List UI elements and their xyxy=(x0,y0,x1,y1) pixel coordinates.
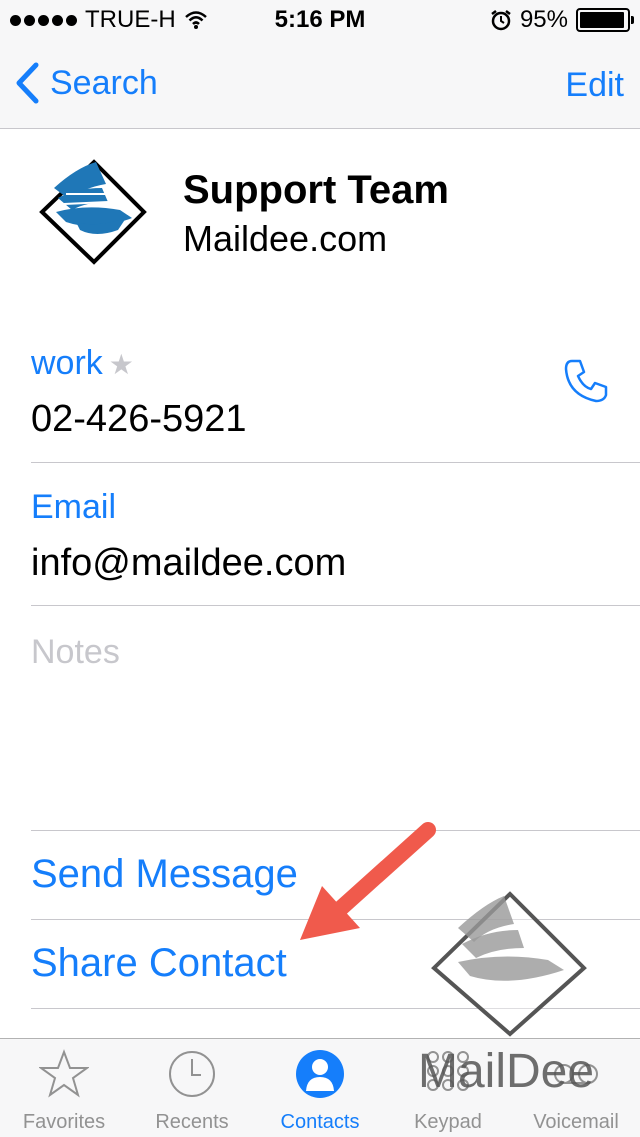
tab-voicemail-label: Voicemail xyxy=(533,1111,619,1133)
tab-favorites-label: Favorites xyxy=(22,1111,106,1133)
notes-placeholder: Notes xyxy=(31,633,120,671)
navigation-bar: Search Edit xyxy=(0,40,640,129)
watermark-text: MailDee xyxy=(418,1045,595,1098)
contact-name: Support Team xyxy=(183,168,449,212)
edit-button[interactable]: Edit xyxy=(565,66,624,105)
back-button[interactable]: Search xyxy=(14,62,158,104)
tab-recents-label: Recents xyxy=(155,1111,229,1133)
clock-icon xyxy=(169,1051,215,1097)
alarm-icon xyxy=(491,10,511,31)
star-icon xyxy=(39,1049,89,1098)
favorite-star-icon: ★ xyxy=(108,349,134,380)
tab-favorites[interactable]: Favorites xyxy=(0,1039,128,1137)
phone-row[interactable]: work ★ 02-426-5921 xyxy=(31,330,640,463)
phone-number[interactable]: 02-426-5921 xyxy=(31,398,247,441)
tab-contacts-label: Contacts xyxy=(280,1111,360,1133)
battery-percent: 95% xyxy=(519,6,568,33)
status-bar: TRUE-H 5:16 PM 95% xyxy=(0,0,640,40)
phone-call-icon[interactable] xyxy=(562,357,610,405)
chevron-left-icon xyxy=(16,62,39,104)
email-value[interactable]: info@maildee.com xyxy=(31,542,346,585)
battery-icon xyxy=(576,8,634,32)
notes-field[interactable]: Notes xyxy=(31,605,640,831)
tab-contacts[interactable]: Contacts xyxy=(256,1039,384,1137)
tab-keypad-label: Keypad xyxy=(414,1111,482,1133)
contact-company: Maildee.com xyxy=(183,218,388,259)
battery-level-fill xyxy=(580,12,624,28)
contacts-icon xyxy=(296,1050,344,1098)
email-label: Email xyxy=(31,488,117,526)
send-message-label: Send Message xyxy=(31,852,298,896)
email-row[interactable]: Email info@maildee.com xyxy=(31,462,640,606)
status-right: 95% xyxy=(490,6,634,34)
maildee-watermark: MailDee xyxy=(418,888,618,1108)
company-logo xyxy=(39,159,147,265)
phone-label-group: work ★ xyxy=(31,344,134,383)
phone-label: work xyxy=(31,344,103,382)
contact-header: Support Team Maildee.com xyxy=(0,130,640,290)
back-button-label: Search xyxy=(50,63,158,102)
tab-recents[interactable]: Recents xyxy=(128,1039,256,1137)
share-contact-label: Share Contact xyxy=(31,941,287,985)
watermark-logo xyxy=(431,891,587,1037)
